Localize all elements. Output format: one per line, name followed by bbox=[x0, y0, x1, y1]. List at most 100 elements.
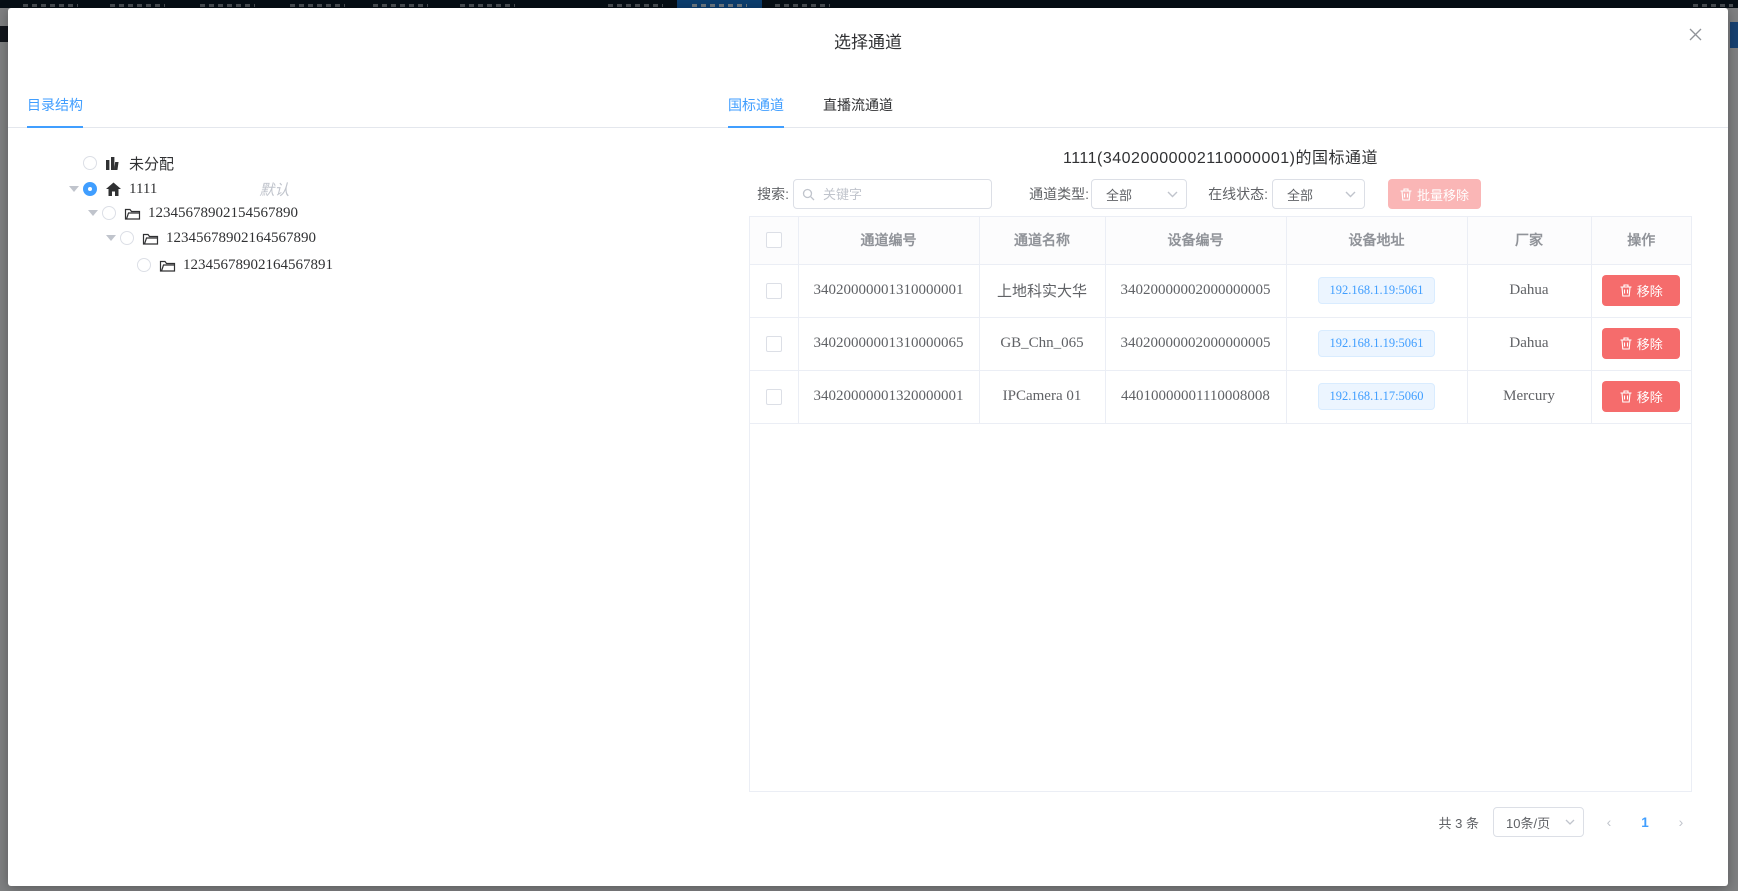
online-status-value: 全部 bbox=[1287, 185, 1313, 204]
dialog-title: 选择通道 bbox=[8, 28, 1728, 53]
tree-node-label[interactable]: 12345678902164567891 bbox=[183, 257, 333, 274]
channel-table-container: 通道编号 通道名称 设备编号 设备地址 厂家 操作 34020000001310… bbox=[749, 216, 1692, 792]
panel-heading: 1111(34020000002110000001)的国标通道 bbox=[749, 144, 1692, 168]
folder-icon bbox=[142, 231, 159, 246]
search-input-wrap bbox=[793, 179, 992, 209]
cell-device-id: 34020000002000000005 bbox=[1105, 317, 1286, 370]
tree-radio[interactable] bbox=[83, 156, 97, 170]
default-badge: 默认 bbox=[259, 179, 289, 200]
chevron-down-icon bbox=[1565, 819, 1575, 825]
address-tag: 192.168.1.19:5061 bbox=[1318, 330, 1434, 357]
tree-node-label[interactable]: 12345678902164567890 bbox=[166, 230, 316, 247]
row-checkbox[interactable] bbox=[766, 336, 782, 352]
tab-live-stream-channel[interactable]: 直播流通道 bbox=[823, 95, 893, 115]
tree-radio[interactable] bbox=[137, 258, 151, 272]
total-count: 共 3 条 bbox=[1439, 813, 1479, 832]
close-icon[interactable] bbox=[1684, 26, 1706, 48]
search-label: 搜索: bbox=[749, 179, 789, 209]
channel-type-value: 全部 bbox=[1106, 185, 1132, 204]
col-vendor: 厂家 bbox=[1467, 217, 1591, 264]
cell-device-address: 192.168.1.19:5061 bbox=[1286, 317, 1467, 370]
tree-node-1111: 1111 默认 bbox=[8, 176, 289, 202]
cell-channel-id: 34020000001310000065 bbox=[798, 317, 979, 370]
online-status-label: 在线状态: bbox=[1204, 179, 1268, 209]
select-all-cell bbox=[750, 217, 798, 264]
col-channel-id: 通道编号 bbox=[798, 217, 979, 264]
tab-underline bbox=[27, 126, 83, 128]
cell-device-address: 192.168.1.17:5060 bbox=[1286, 370, 1467, 423]
search-icon bbox=[802, 188, 815, 201]
table-row: 34020000001310000001 上地科实大华 340200000020… bbox=[750, 264, 1691, 317]
select-all-checkbox[interactable] bbox=[766, 232, 782, 248]
trash-icon bbox=[1620, 390, 1632, 403]
prev-page-icon[interactable]: ‹ bbox=[1598, 814, 1620, 830]
select-channel-dialog: 选择通道 目录结构 国标通道 直播流通道 未分配 1111 bbox=[8, 8, 1728, 886]
caret-placeholder bbox=[119, 252, 137, 278]
tree-node-label[interactable]: 12345678902154567890 bbox=[148, 205, 298, 222]
pagination: 共 3 条 10条/页 ‹ 1 › bbox=[749, 806, 1692, 838]
trash-icon bbox=[1400, 188, 1412, 201]
page-size-value: 10条/页 bbox=[1506, 813, 1550, 832]
tab-underline bbox=[728, 126, 784, 128]
tree-radio[interactable] bbox=[120, 231, 134, 245]
current-page[interactable]: 1 bbox=[1634, 815, 1656, 830]
caret-down-icon[interactable] bbox=[65, 176, 83, 202]
bars-icon bbox=[105, 156, 122, 171]
cell-device-id: 34020000002000000005 bbox=[1105, 264, 1286, 317]
cell-channel-id: 34020000001320000001 bbox=[798, 370, 979, 423]
table-row: 34020000001310000065 GB_Chn_065 34020000… bbox=[750, 317, 1691, 370]
home-icon bbox=[105, 182, 122, 197]
col-channel-name: 通道名称 bbox=[979, 217, 1105, 264]
folder-icon bbox=[124, 206, 141, 221]
cell-vendor: Dahua bbox=[1467, 317, 1591, 370]
channel-table: 通道编号 通道名称 设备编号 设备地址 厂家 操作 34020000001310… bbox=[750, 217, 1691, 424]
remove-button[interactable]: 移除 bbox=[1602, 328, 1680, 359]
tree-node-folder: 12345678902154567890 bbox=[8, 200, 298, 226]
cell-actions: 移除 bbox=[1591, 264, 1691, 317]
cell-actions: 移除 bbox=[1591, 317, 1691, 370]
cell-channel-name: IPCamera 01 bbox=[979, 370, 1105, 423]
page-size-select[interactable]: 10条/页 bbox=[1493, 807, 1584, 837]
cell-channel-id: 34020000001310000001 bbox=[798, 264, 979, 317]
caret-placeholder bbox=[65, 150, 83, 176]
tree-radio[interactable] bbox=[102, 206, 116, 220]
next-page-icon[interactable]: › bbox=[1670, 814, 1692, 830]
table-header-row: 通道编号 通道名称 设备编号 设备地址 厂家 操作 bbox=[750, 217, 1691, 264]
remove-button[interactable]: 移除 bbox=[1602, 381, 1680, 412]
col-device-address: 设备地址 bbox=[1286, 217, 1467, 264]
online-status-select[interactable]: 全部 bbox=[1272, 179, 1365, 209]
tree-node-label[interactable]: 未分配 bbox=[129, 153, 174, 174]
tree-radio-checked[interactable] bbox=[83, 182, 97, 196]
cell-vendor: Mercury bbox=[1467, 370, 1591, 423]
trash-icon bbox=[1620, 284, 1632, 297]
batch-remove-button[interactable]: 批量移除 bbox=[1388, 179, 1481, 209]
tree-node-folder: 12345678902164567890 bbox=[8, 225, 316, 251]
cell-channel-name: 上地科实大华 bbox=[979, 264, 1105, 317]
col-device-id: 设备编号 bbox=[1105, 217, 1286, 264]
search-input[interactable] bbox=[821, 186, 983, 203]
tree-node-folder: 12345678902164567891 bbox=[8, 252, 333, 278]
remove-button[interactable]: 移除 bbox=[1602, 275, 1680, 306]
cell-device-id: 44010000001110008008 bbox=[1105, 370, 1286, 423]
col-actions: 操作 bbox=[1591, 217, 1691, 264]
address-tag: 192.168.1.17:5060 bbox=[1318, 383, 1434, 410]
caret-down-icon[interactable] bbox=[102, 225, 120, 251]
row-checkbox[interactable] bbox=[766, 283, 782, 299]
tree-node-label[interactable]: 1111 bbox=[129, 181, 157, 198]
tabs-row: 目录结构 国标通道 直播流通道 bbox=[8, 83, 1728, 128]
table-row: 34020000001320000001 IPCamera 01 4401000… bbox=[750, 370, 1691, 423]
cell-device-address: 192.168.1.19:5061 bbox=[1286, 264, 1467, 317]
chevron-down-icon bbox=[1345, 191, 1356, 198]
tab-directory-structure[interactable]: 目录结构 bbox=[27, 95, 83, 115]
row-checkbox[interactable] bbox=[766, 389, 782, 405]
caret-down-icon[interactable] bbox=[84, 200, 102, 226]
chevron-down-icon bbox=[1167, 191, 1178, 198]
tree-node-unassigned: 未分配 bbox=[8, 150, 174, 176]
cell-actions: 移除 bbox=[1591, 370, 1691, 423]
channel-type-select[interactable]: 全部 bbox=[1091, 179, 1187, 209]
filter-controls: 搜索: 通道类型: 全部 在线状态: 全部 批量移除 bbox=[749, 179, 1692, 209]
channel-type-label: 通道类型: bbox=[1025, 179, 1089, 209]
trash-icon bbox=[1620, 337, 1632, 350]
folder-icon bbox=[159, 258, 176, 273]
tab-gb-channel[interactable]: 国标通道 bbox=[728, 95, 784, 115]
